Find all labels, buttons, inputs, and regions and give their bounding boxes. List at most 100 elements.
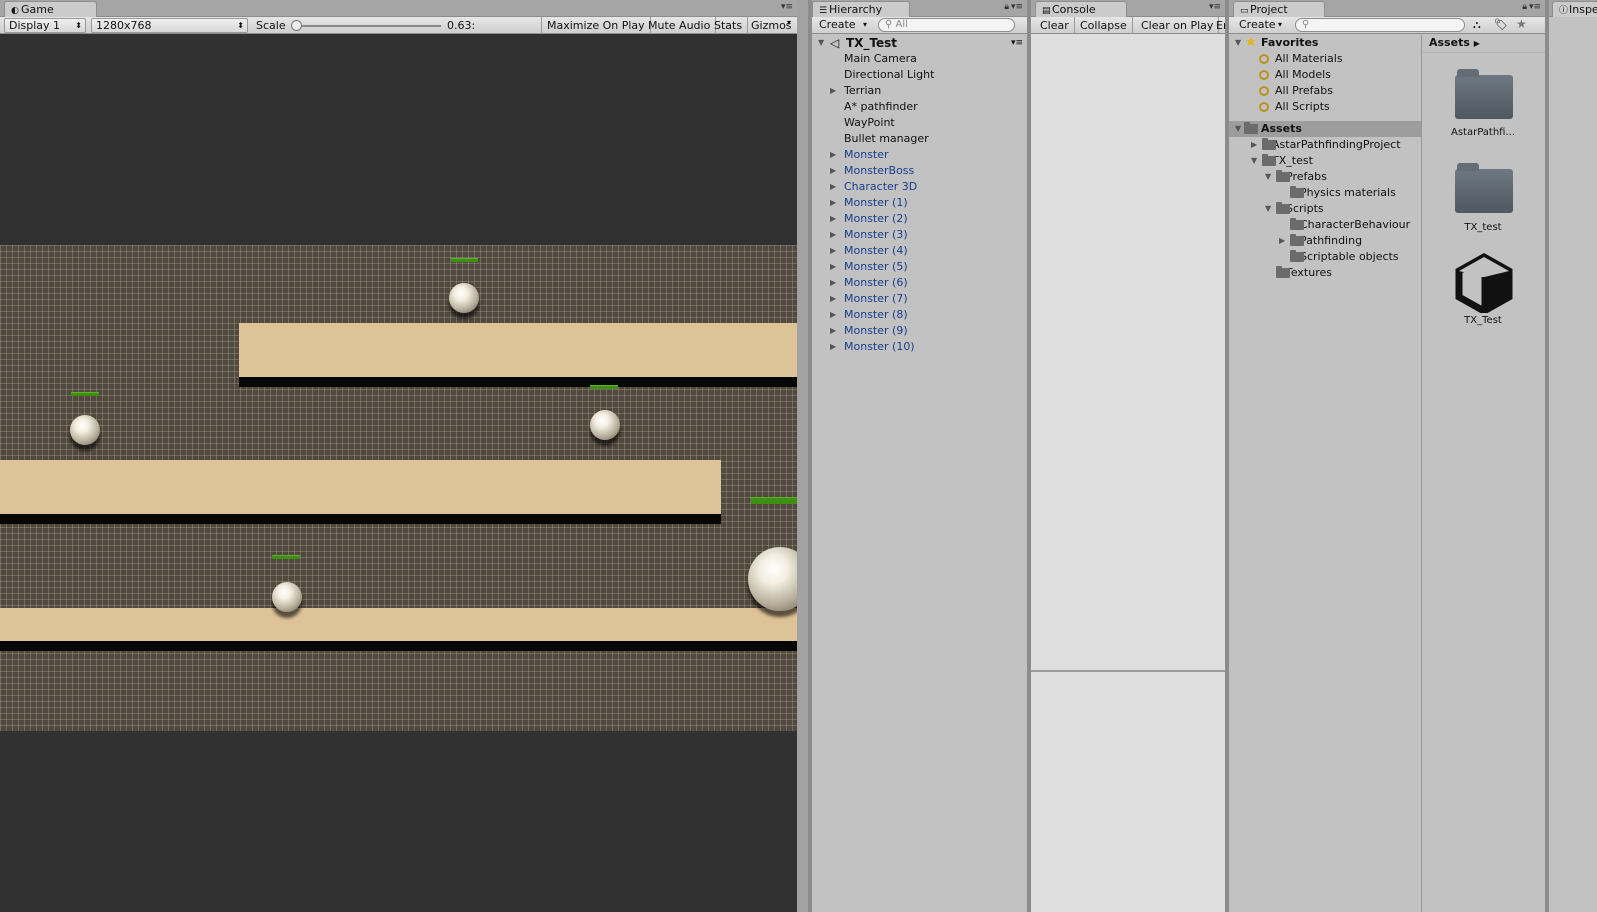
asset-folder[interactable]: CharacterBehaviour xyxy=(1229,217,1421,233)
console-log-area[interactable] xyxy=(1031,35,1225,670)
tab-project[interactable]: ▭Project xyxy=(1233,1,1325,17)
maximize-on-play-button[interactable]: Maximize On Play xyxy=(541,17,651,34)
tab-console[interactable]: ▤Console xyxy=(1035,1,1127,17)
clear-on-play-button[interactable]: Clear on Play xyxy=(1136,17,1220,34)
fold-closed-icon[interactable]: ▶ xyxy=(830,291,836,307)
fold-open-icon[interactable]: ▼ xyxy=(818,35,824,51)
fold-closed-icon[interactable]: ▶ xyxy=(1251,137,1257,153)
hierarchy-item[interactable]: ▶ Monster xyxy=(812,147,1027,163)
asset-label[interactable]: AstarPathfi... xyxy=(1438,127,1528,138)
hierarchy-item[interactable]: ▶ Monster (9) xyxy=(812,323,1027,339)
fold-closed-icon[interactable]: ▶ xyxy=(830,147,836,163)
fold-open-icon[interactable]: ▼ xyxy=(1235,121,1241,137)
resolution-dropdown[interactable]: 1280x768 ⬍ xyxy=(91,18,248,33)
favorite-item[interactable]: All Scripts xyxy=(1229,99,1421,115)
fold-closed-icon[interactable]: ▶ xyxy=(830,259,836,275)
create-dropdown[interactable]: Create ▾ xyxy=(815,18,870,33)
asset-folder[interactable]: Textures xyxy=(1229,265,1421,281)
tab-game[interactable]: ◐ Game xyxy=(4,1,97,17)
hierarchy-item[interactable]: ▶ Monster (1) xyxy=(812,195,1027,211)
create-dropdown[interactable]: Create ▾ xyxy=(1235,18,1285,33)
panel-menu-icon[interactable]: ▾≡ xyxy=(1011,2,1023,12)
hierarchy-item[interactable]: ▶ Character 3D xyxy=(812,179,1027,195)
scale-slider[interactable] xyxy=(291,20,441,31)
panel-menu-icon[interactable]: ▾≡ xyxy=(1209,2,1221,12)
stats-button[interactable]: Stats xyxy=(709,17,749,34)
panel-menu-icon[interactable]: ▾≡ xyxy=(1529,2,1541,12)
fold-closed-icon[interactable]: ▶ xyxy=(830,179,836,195)
hierarchy-search-input[interactable]: ⚲ All xyxy=(878,18,1015,32)
fold-closed-icon[interactable]: ▶ xyxy=(830,195,836,211)
lock-icon[interactable]: 🔒︎ xyxy=(1522,2,1527,12)
fold-closed-icon[interactable]: ▶ xyxy=(830,163,836,179)
tab-inspector[interactable]: ⓘInspe xyxy=(1552,1,1597,17)
hierarchy-item[interactable]: ▶ Monster (6) xyxy=(812,275,1027,291)
hierarchy-item[interactable]: ▶ Monster (2) xyxy=(812,211,1027,227)
favorites-header[interactable]: ▼ ★ Favorites xyxy=(1229,35,1421,51)
fold-closed-icon[interactable]: ▶ xyxy=(830,339,836,355)
console-detail-area[interactable] xyxy=(1031,672,1225,912)
mute-audio-button[interactable]: Mute Audio xyxy=(643,17,717,34)
fold-open-icon[interactable]: ▼ xyxy=(1265,201,1271,217)
asset-folder[interactable]: Physics materials xyxy=(1229,185,1421,201)
hierarchy-item[interactable]: ▶ Monster (4) xyxy=(812,243,1027,259)
folder-icon[interactable] xyxy=(1455,69,1513,119)
hierarchy-item[interactable]: ▶ Monster (10) xyxy=(812,339,1027,355)
asset-folder[interactable]: ▶ AstarPathfindingProject xyxy=(1229,137,1421,153)
fold-closed-icon[interactable]: ▶ xyxy=(1279,233,1285,249)
hierarchy-panel: ☰ Hierarchy 🔒︎ ▾≡ Create ▾ ⚲ All ▼ ◁ TX_Te… xyxy=(812,0,1027,912)
fold-closed-icon[interactable]: ▶ xyxy=(830,307,836,323)
hierarchy-item[interactable]: ▶ Terrian xyxy=(812,83,1027,99)
hierarchy-item[interactable]: ▶ MonsterBoss xyxy=(812,163,1027,179)
fold-closed-icon[interactable]: ▶ xyxy=(830,243,836,259)
collapse-button[interactable]: Collapse xyxy=(1075,17,1133,34)
scene-row[interactable]: ▼ ◁ TX_Test ▾≡ xyxy=(812,35,1027,51)
fold-open-icon[interactable]: ▼ xyxy=(1251,153,1257,169)
fold-closed-icon[interactable]: ▶ xyxy=(830,211,836,227)
scale-slider-thumb[interactable] xyxy=(291,20,302,31)
game-scene[interactable] xyxy=(0,245,797,731)
fold-closed-icon[interactable]: ▶ xyxy=(830,83,836,99)
asset-folder[interactable]: Scriptable objects xyxy=(1229,249,1421,265)
fold-closed-icon[interactable]: ▶ xyxy=(830,275,836,291)
hierarchy-item[interactable]: A* pathfinder xyxy=(812,99,1027,115)
scene-menu-icon[interactable]: ▾≡ xyxy=(1011,35,1023,51)
folder-icon[interactable] xyxy=(1455,163,1513,213)
hierarchy-item[interactable]: Directional Light xyxy=(812,67,1027,83)
fold-open-icon[interactable]: ▼ xyxy=(1265,169,1271,185)
fold-closed-icon[interactable]: ▶ xyxy=(830,227,836,243)
hierarchy-item[interactable]: Bullet manager xyxy=(812,131,1027,147)
display-dropdown[interactable]: Display 1 ⬍ xyxy=(4,18,86,33)
hierarchy-item-label: WayPoint xyxy=(844,116,895,129)
error-pause-button[interactable]: Er xyxy=(1211,17,1225,34)
gizmos-dropdown-icon[interactable]: ▾ xyxy=(787,18,791,27)
unity-scene-icon[interactable] xyxy=(1455,253,1513,313)
hierarchy-item[interactable]: ▶ Monster (5) xyxy=(812,259,1027,275)
asset-folder[interactable]: ▶ Pathfinding xyxy=(1229,233,1421,249)
asset-label[interactable]: TX_Test xyxy=(1438,315,1528,326)
health-bar xyxy=(71,392,99,396)
filter-by-type-icon[interactable]: ⛬ xyxy=(1473,18,1481,32)
favorite-item[interactable]: All Prefabs xyxy=(1229,83,1421,99)
asset-label[interactable]: TX_test xyxy=(1438,222,1528,233)
save-search-star-icon[interactable]: ★ xyxy=(1516,17,1527,31)
hierarchy-item[interactable]: Main Camera xyxy=(812,51,1027,67)
hierarchy-item[interactable]: ▶ Monster (7) xyxy=(812,291,1027,307)
hierarchy-item[interactable]: ▶ Monster (3) xyxy=(812,227,1027,243)
hierarchy-item[interactable]: WayPoint xyxy=(812,115,1027,131)
filter-by-label-icon[interactable]: 🏷︎ xyxy=(1494,18,1508,31)
asset-folder[interactable]: ▼ Prefabs xyxy=(1229,169,1421,185)
lock-icon[interactable]: 🔒︎ xyxy=(1004,2,1009,12)
project-search-input[interactable]: ⚲ xyxy=(1295,18,1465,32)
fold-open-icon[interactable]: ▼ xyxy=(1235,35,1241,51)
fold-closed-icon[interactable]: ▶ xyxy=(830,323,836,339)
asset-folder[interactable]: ▼ TX_test xyxy=(1229,153,1421,169)
assets-header[interactable]: ▼ Assets xyxy=(1229,121,1421,137)
clear-button[interactable]: Clear xyxy=(1035,17,1075,34)
tab-hierarchy[interactable]: ☰ Hierarchy xyxy=(812,1,910,17)
favorite-item[interactable]: All Materials xyxy=(1229,51,1421,67)
favorite-item[interactable]: All Models xyxy=(1229,67,1421,83)
hierarchy-item[interactable]: ▶ Monster (8) xyxy=(812,307,1027,323)
asset-folder[interactable]: ▼ Scripts xyxy=(1229,201,1421,217)
panel-menu-icon[interactable]: ▾≡ xyxy=(781,2,793,12)
